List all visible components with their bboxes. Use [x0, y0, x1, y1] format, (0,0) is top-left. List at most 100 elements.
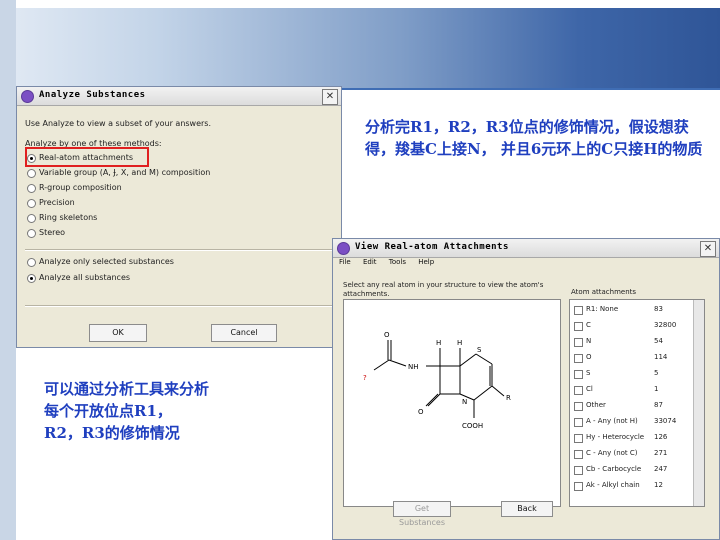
list-item-checkbox[interactable]: [574, 434, 583, 443]
list-item[interactable]: R1: None 83: [572, 304, 692, 316]
divider: [25, 249, 333, 251]
scope-label: Analyze all substances: [39, 273, 131, 282]
dialog-title: View Real-atom Attachments: [355, 242, 509, 252]
dialog-titlebar: Analyze Substances ✕: [17, 87, 341, 106]
method-label: Precision: [39, 198, 75, 207]
list-header: Atom attachments: [571, 288, 637, 296]
divider: [25, 305, 333, 307]
list-item-checkbox[interactable]: [574, 466, 583, 475]
menu-help[interactable]: Help: [418, 258, 434, 266]
menu-tools[interactable]: Tools: [389, 258, 406, 266]
atom-label: H: [457, 339, 462, 347]
close-button[interactable]: ✕: [322, 89, 338, 105]
method-label: R-group composition: [39, 183, 122, 192]
atom-label: S: [477, 346, 482, 354]
note-right: 分析完R1，R2，R3位点的修饰情况，假设想获得，羧基C上接N， 并且6元环上的…: [365, 118, 703, 158]
list-item-checkbox[interactable]: [574, 386, 583, 395]
scope-label: Analyze only selected substances: [39, 257, 174, 266]
cancel-button[interactable]: Cancel: [211, 324, 277, 342]
list-item-count: 271: [654, 449, 668, 457]
method-radio[interactable]: [27, 184, 36, 193]
instruction-text: Use Analyze to view a subset of your ans…: [25, 119, 212, 128]
list-item-count: 87: [654, 401, 663, 409]
molecule-drawing: ? O NH H H S N O R COOH: [363, 331, 511, 430]
atom-label: O: [384, 331, 390, 339]
dialog-titlebar: View Real-atom Attachments ✕: [333, 239, 719, 258]
atom-label: N: [462, 398, 467, 406]
list-item[interactable]: Cb - Carbocycle 247: [572, 464, 692, 476]
list-item-count: 12: [654, 481, 663, 489]
list-item-label: Hy - Heterocycle: [586, 433, 645, 441]
structure-canvas[interactable]: ? O NH H H S N O R COOH: [343, 299, 561, 507]
method-radio[interactable]: [27, 169, 36, 178]
ok-button[interactable]: OK: [89, 324, 147, 342]
menu-bar: File Edit Tools Help: [333, 258, 719, 270]
list-item-checkbox[interactable]: [574, 370, 583, 379]
method-radio[interactable]: [27, 214, 36, 223]
list-item-checkbox[interactable]: [574, 338, 583, 347]
list-item-label: O: [586, 353, 592, 361]
list-item-count: 1: [654, 385, 659, 393]
list-item[interactable]: Other 87: [572, 400, 692, 412]
scope-radio[interactable]: [27, 258, 36, 267]
analyze-substances-dialog: Analyze Substances ✕ Use Analyze to view…: [16, 86, 342, 348]
list-item-checkbox[interactable]: [574, 306, 583, 315]
atom-label: NH: [408, 363, 419, 371]
list-item-checkbox[interactable]: [574, 418, 583, 427]
highlight-box: [25, 147, 149, 167]
list-item-checkbox[interactable]: [574, 322, 583, 331]
list-item[interactable]: N 54: [572, 336, 692, 348]
app-icon: [337, 242, 350, 255]
list-item-label: C - Any (not C): [586, 449, 638, 457]
list-item[interactable]: A - Any (not H) 33074: [572, 416, 692, 428]
list-item-checkbox[interactable]: [574, 354, 583, 363]
list-item-label: R1: None: [586, 305, 619, 313]
method-radio[interactable]: [27, 199, 36, 208]
list-item[interactable]: Ak - Alkyl chain 12: [572, 480, 692, 492]
list-item-label: Ak - Alkyl chain: [586, 481, 640, 489]
atom-label: COOH: [462, 422, 483, 430]
list-item-count: 33074: [654, 417, 677, 425]
list-item-label: Other: [586, 401, 606, 409]
list-item-label: Cb - Carbocycle: [586, 465, 642, 473]
close-button[interactable]: ✕: [700, 241, 716, 257]
list-item-count: 5: [654, 369, 659, 377]
instruction-text-2: attachments.: [343, 290, 390, 298]
dialog-title: Analyze Substances: [39, 90, 146, 100]
list-item-checkbox[interactable]: [574, 402, 583, 411]
list-item-label: A - Any (not H): [586, 417, 638, 425]
list-item-label: N: [586, 337, 592, 345]
list-item-count: 54: [654, 337, 663, 345]
method-label: Ring skeletons: [39, 213, 98, 222]
list-item-count: 114: [654, 353, 668, 361]
list-item-label: Cl: [586, 385, 593, 393]
atom-label: H: [436, 339, 441, 347]
method-label: Variable group (A, Ɉ, X, and M) composit…: [39, 168, 211, 177]
list-item-count: 32800: [654, 321, 677, 329]
list-item-label: S: [586, 369, 591, 377]
list-item-count: 247: [654, 465, 668, 473]
list-item-count: 83: [654, 305, 663, 313]
scope-radio[interactable]: [27, 274, 36, 283]
method-radio[interactable]: [27, 229, 36, 238]
instruction-text: Select any real atom in your structure t…: [343, 281, 544, 289]
list-item[interactable]: C 32800: [572, 320, 692, 332]
list-item[interactable]: C - Any (not C) 271: [572, 448, 692, 460]
list-item-checkbox[interactable]: [574, 482, 583, 491]
menu-edit[interactable]: Edit: [363, 258, 377, 266]
list-item[interactable]: Hy - Heterocycle 126: [572, 432, 692, 444]
get-substances-button[interactable]: Get Substances: [393, 501, 451, 527]
list-item-label: C: [586, 321, 591, 329]
attachment-list[interactable]: R1: None 83 C 32800 N 54 O 114 S 5 Cl 1 Other 87 A - A…: [569, 299, 705, 507]
note-left: 可以通过分析工具来分析每个开放位点R1，R2，R3的修饰情况: [44, 380, 210, 442]
atom-label: O: [418, 408, 424, 416]
list-item[interactable]: Cl 1: [572, 384, 692, 396]
real-atom-attachments-dialog: View Real-atom Attachments ✕ File Edit T…: [332, 238, 720, 540]
list-item[interactable]: O 114: [572, 352, 692, 364]
back-button[interactable]: Back: [501, 501, 553, 517]
list-item[interactable]: S5: [572, 368, 692, 380]
list-item-checkbox[interactable]: [574, 450, 583, 459]
method-label: Stereo: [39, 228, 66, 237]
menu-file[interactable]: File: [339, 258, 351, 266]
list-scrollbar[interactable]: [693, 300, 704, 506]
